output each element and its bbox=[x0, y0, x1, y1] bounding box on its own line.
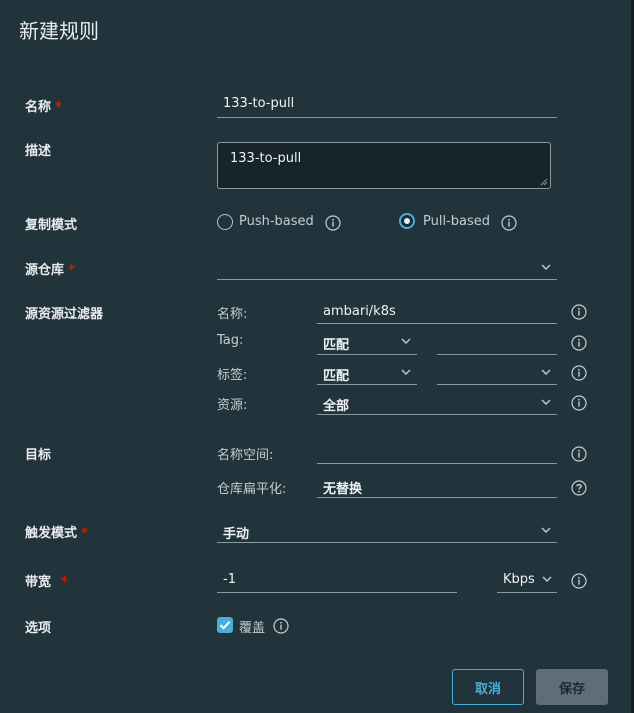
tag-value-underline bbox=[437, 354, 557, 355]
namespace-label: 名称空间: bbox=[217, 448, 274, 463]
pull-based-label[interactable]: Pull-based bbox=[423, 214, 490, 229]
required-marker: * bbox=[81, 526, 88, 541]
push-based-label[interactable]: Push-based bbox=[239, 214, 314, 229]
resource-underline bbox=[317, 414, 557, 415]
chevron-down-icon[interactable] bbox=[400, 335, 412, 347]
pull-based-radio[interactable] bbox=[399, 213, 415, 229]
bandwidth-label: 带宽 * bbox=[25, 575, 68, 590]
info-icon[interactable] bbox=[273, 618, 289, 634]
filter-resource-label: 资源: bbox=[217, 398, 248, 413]
flattening-select[interactable]: 无替换 bbox=[323, 478, 362, 497]
labels-match-underline bbox=[317, 384, 417, 385]
name-input[interactable]: 133-to-pull bbox=[223, 96, 294, 111]
tag-match-underline bbox=[317, 354, 417, 355]
trigger-mode-select[interactable]: 手动 bbox=[223, 523, 249, 542]
replication-mode-label: 复制模式 bbox=[25, 218, 78, 233]
filter-tag-label: Tag: bbox=[217, 333, 244, 348]
filter-labels-label: 标签: bbox=[217, 368, 248, 383]
save-button[interactable]: 保存 bbox=[536, 669, 608, 705]
push-based-radio[interactable] bbox=[217, 214, 233, 230]
chevron-down-icon[interactable] bbox=[540, 524, 552, 536]
info-icon[interactable] bbox=[571, 304, 587, 320]
chevron-down-icon[interactable] bbox=[540, 396, 552, 408]
chevron-down-icon[interactable] bbox=[400, 366, 412, 378]
required-marker: * bbox=[61, 575, 68, 590]
namespace-underline bbox=[317, 463, 557, 464]
bandwidth-unit-select[interactable]: Kbps bbox=[503, 572, 535, 587]
chevron-down-icon[interactable] bbox=[540, 261, 552, 273]
chevron-down-icon[interactable] bbox=[540, 366, 552, 378]
info-icon[interactable] bbox=[571, 335, 587, 351]
tag-match-select[interactable]: 匹配 bbox=[323, 334, 349, 353]
labels-match-select[interactable]: 匹配 bbox=[323, 365, 349, 384]
override-label[interactable]: 覆盖 bbox=[239, 617, 265, 636]
cancel-button[interactable]: 取消 bbox=[452, 669, 524, 705]
description-textarea[interactable]: 133-to-pull bbox=[217, 142, 551, 189]
flattening-label: 仓库扁平化: bbox=[217, 482, 287, 497]
dialog-title: 新建规则 bbox=[19, 19, 99, 43]
trigger-mode-label: 触发模式 * bbox=[25, 526, 88, 541]
description-text: 133-to-pull bbox=[230, 151, 302, 166]
chevron-down-icon[interactable] bbox=[541, 573, 553, 585]
info-icon[interactable] bbox=[325, 215, 341, 231]
name-label: 名称 * bbox=[25, 100, 62, 115]
source-registry-underline bbox=[217, 279, 557, 280]
help-icon[interactable] bbox=[571, 480, 587, 496]
info-icon[interactable] bbox=[501, 215, 517, 231]
options-label: 选项 bbox=[25, 621, 52, 636]
filter-name-label: 名称: bbox=[217, 307, 248, 322]
description-label: 描述 bbox=[25, 144, 52, 159]
name-input-underline bbox=[217, 117, 557, 118]
bandwidth-unit-underline bbox=[497, 592, 557, 593]
filter-name-underline bbox=[317, 323, 557, 324]
flattening-underline bbox=[317, 497, 557, 498]
filter-name-input[interactable]: ambari/k8s bbox=[323, 304, 396, 319]
info-icon[interactable] bbox=[571, 395, 587, 411]
info-icon[interactable] bbox=[571, 365, 587, 381]
resize-handle-icon[interactable] bbox=[540, 178, 548, 186]
source-registry-label: 源仓库 * bbox=[25, 263, 75, 278]
resource-select[interactable]: 全部 bbox=[323, 395, 349, 414]
trigger-mode-underline bbox=[217, 542, 557, 543]
info-icon[interactable] bbox=[571, 573, 587, 589]
required-marker: * bbox=[55, 100, 62, 115]
destination-label: 目标 bbox=[25, 448, 52, 463]
required-marker: * bbox=[68, 263, 75, 278]
checkmark-icon bbox=[219, 621, 231, 630]
override-checkbox[interactable] bbox=[217, 617, 233, 633]
bandwidth-input[interactable]: -1 bbox=[223, 572, 236, 587]
info-icon[interactable] bbox=[571, 446, 587, 462]
bandwidth-underline bbox=[217, 592, 457, 593]
labels-value-underline bbox=[437, 384, 557, 385]
source-filter-label: 源资源过滤器 bbox=[25, 307, 104, 322]
